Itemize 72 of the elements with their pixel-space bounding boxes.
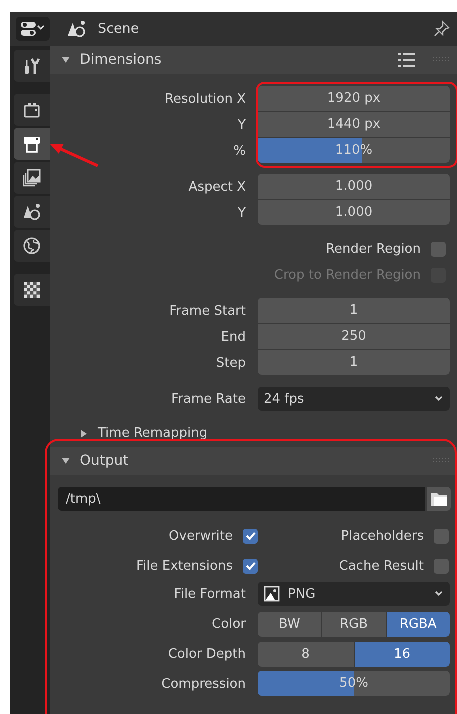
color-mode-option[interactable]: BW (258, 612, 322, 636)
checkbox-label: Placeholders (341, 528, 425, 544)
image-stack-icon (22, 168, 42, 188)
checkbox[interactable] (243, 558, 258, 574)
field-label: File Format (174, 586, 246, 602)
output-path-field[interactable]: /tmp\ (58, 487, 425, 511)
panel-title: Output (80, 453, 130, 469)
field-label: Color (212, 616, 246, 632)
folder-icon (430, 491, 448, 507)
screwdriver-wrench-icon (22, 56, 42, 76)
printer-icon (22, 134, 42, 154)
number-field[interactable]: 1.000 (258, 200, 450, 225)
globe-icon (22, 236, 42, 256)
checkbox[interactable] (434, 528, 449, 544)
checkbox-label: File Extensions (136, 558, 234, 574)
properties-tab[interactable] (14, 230, 50, 262)
checkbox[interactable] (434, 558, 449, 574)
field-label: Frame Rate (172, 392, 246, 406)
scene-icon (22, 202, 42, 222)
field-label: Y (238, 118, 246, 132)
color-mode-option[interactable]: RGBA (386, 612, 450, 636)
checkbox-label: Render Region (325, 242, 422, 256)
drag-grip-icon[interactable] (433, 57, 451, 63)
chevron-down-icon (434, 395, 444, 403)
checkbox[interactable] (431, 242, 446, 256)
file-format-dropdown[interactable]: PNG (258, 582, 450, 606)
field-label: % (234, 144, 246, 158)
panel-header[interactable]: Output (50, 447, 457, 475)
field-label: Compression (162, 676, 246, 692)
drag-grip-icon[interactable] (433, 458, 451, 464)
browse-folder-button[interactable] (427, 487, 451, 511)
field-label: Step (216, 356, 246, 370)
scene-icon (66, 19, 88, 39)
number-field[interactable]: 250 (258, 324, 450, 349)
field-label: Frame Start (170, 304, 246, 318)
pin-icon[interactable] (433, 20, 451, 38)
panel-title: Dimensions (80, 52, 163, 68)
field-label: End (221, 330, 246, 344)
properties-tab[interactable] (14, 50, 50, 82)
checkbox-label: Overwrite (169, 528, 234, 544)
number-field[interactable]: 1 (258, 298, 450, 323)
properties-tab[interactable] (14, 94, 50, 126)
field-label: Resolution X (165, 92, 246, 106)
subpanel-header[interactable]: Time Remapping (50, 422, 457, 447)
field-label: Aspect X (188, 180, 246, 194)
chevron-down-icon (434, 590, 444, 598)
properties-tab[interactable] (14, 128, 50, 160)
color-depth-option[interactable]: 8 (258, 642, 354, 666)
color-depth-option[interactable]: 16 (354, 642, 450, 666)
image-icon (264, 586, 280, 602)
number-field[interactable]: 1.000 (258, 174, 450, 199)
properties-tab[interactable] (14, 274, 50, 306)
properties-tab[interactable] (14, 162, 50, 194)
panel-header[interactable]: Dimensions (50, 46, 457, 74)
properties-tab[interactable] (14, 196, 50, 228)
editor-type-button[interactable] (16, 17, 50, 41)
color-mode-option[interactable]: RGB (322, 612, 386, 636)
number-field[interactable]: 1 (258, 350, 450, 375)
subpanel-title: Time Remapping (98, 426, 208, 441)
camera-back-icon (22, 100, 42, 120)
field-label: Y (238, 206, 246, 220)
frame-rate-dropdown[interactable]: 24 fps (258, 387, 450, 411)
number-field[interactable]: 1440 px (258, 112, 450, 137)
checkbox[interactable] (243, 528, 258, 544)
checkbox-label: Crop to Render Region (273, 268, 422, 282)
checkerboard-icon (23, 281, 41, 299)
context-title: Scene (98, 21, 140, 37)
toggles-icon (20, 20, 46, 38)
checkbox-label: Cache Result (339, 558, 425, 574)
field-label: Color Depth (168, 646, 246, 662)
presets-list-icon[interactable] (397, 51, 417, 69)
number-field[interactable]: 1920 px (258, 86, 450, 111)
